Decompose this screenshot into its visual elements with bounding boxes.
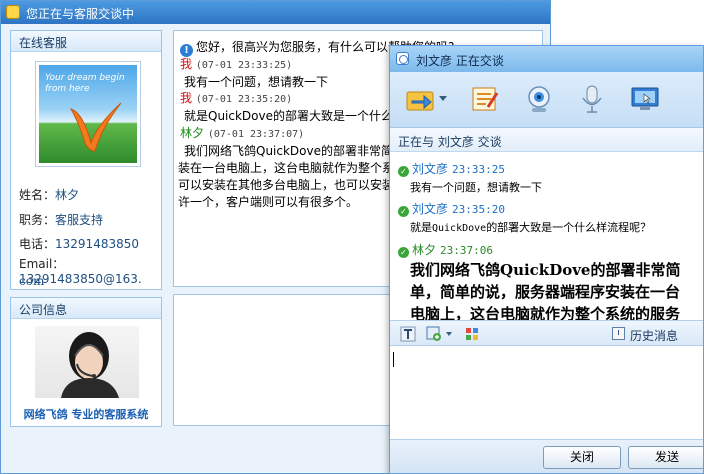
screen-share-icon[interactable]: [628, 83, 662, 115]
message-header: ✓ 刘文彦 23:35:20: [398, 200, 505, 217]
transfer-file-icon[interactable]: [404, 83, 438, 115]
message-header: 林夕 (07-01 23:37:07): [180, 124, 304, 141]
online-service-title: 在线客服: [11, 31, 161, 52]
sender-name: 林夕: [412, 243, 437, 257]
whiteboard-icon[interactable]: [468, 83, 502, 115]
message-text: 就是QuickDove的部署大致是一个什么样流程呢？: [410, 221, 652, 234]
photo-slogan-line-1: Your dream begin: [45, 73, 125, 83]
message-header: 我 (07-01 23:33:25): [180, 55, 292, 72]
company-info-title: 公司信息: [11, 298, 161, 319]
im-message-input[interactable]: [390, 346, 703, 439]
sender-me: 我: [180, 91, 193, 105]
message-header: ✓ 林夕 23:37:06: [398, 241, 493, 258]
message-text: 我们网络飞鸽QuickDove的部署非常简: [410, 261, 681, 279]
send-button[interactable]: 发送: [628, 446, 703, 469]
history-button[interactable]: 历史消息: [630, 327, 678, 344]
emoticon-icon[interactable]: [426, 326, 442, 342]
online-check-icon: ✓: [398, 247, 409, 258]
agent-role: 客服支持: [55, 213, 104, 227]
agent-photo: Your dream begin from here: [35, 61, 141, 167]
photo-slogan-line-2: from here: [45, 84, 90, 94]
format-toolbar: 历史消息: [390, 320, 703, 346]
message-time: 23:33:25: [452, 163, 505, 176]
online-check-icon: ✓: [398, 166, 409, 177]
text-caret: [393, 352, 394, 367]
agent-phone-row: 电话：13291483850: [19, 237, 139, 251]
web-window-title: 您正在与客服交谈中: [26, 7, 135, 21]
font-icon[interactable]: [400, 326, 416, 342]
message-text: 单，简单的说，服务器端程序安装在一台: [410, 283, 681, 301]
history-icon[interactable]: [612, 327, 625, 340]
web-title-bar: 您正在与客服交谈中: [1, 1, 550, 24]
message-time: (07-01 23:33:25): [195, 60, 293, 71]
im-toolbar: [390, 72, 703, 128]
message-text: 许一个，客户端则可以有很多个。: [178, 195, 359, 209]
sender-agent: 林夕: [180, 126, 205, 140]
chat-window-icon: [6, 5, 20, 19]
online-check-icon: ✓: [398, 206, 409, 217]
agent-name-row: 姓名：林夕: [19, 188, 80, 202]
message-text: 电脑上，这台电脑就作为整个系统的服务: [410, 305, 681, 320]
message-text: 我有一个问题，想请教一下: [184, 75, 329, 89]
close-button[interactable]: 关闭: [543, 446, 621, 469]
sender-me: 我: [180, 57, 193, 71]
company-info-panel: 公司信息 网络飞鸽 专业的客服系统: [10, 297, 162, 427]
online-service-panel: 在线客服 Your dream begin from here 姓名：林夕 职务…: [10, 30, 162, 290]
agent-phone: 13291483850: [55, 237, 139, 251]
company-slogan: 网络飞鸽 专业的客服系统: [23, 408, 149, 421]
message-header: 我 (07-01 23:35:20): [180, 89, 292, 106]
headset-agent-image: [35, 326, 139, 398]
chevron-down-icon[interactable]: [446, 332, 452, 336]
v-swoosh-logo-icon: [69, 102, 122, 152]
im-title-bar[interactable]: 刘文彦 正在交谈: [390, 46, 703, 72]
agent-name: 林夕: [55, 188, 80, 202]
microphone-icon[interactable]: [575, 83, 609, 115]
message-text: 我有一个问题，想请教一下: [410, 181, 542, 194]
sender-name: 刘文彦: [412, 202, 449, 216]
chevron-down-icon[interactable]: [439, 96, 447, 101]
color-grid-icon[interactable]: [464, 326, 480, 342]
headset-agent-icon: [61, 332, 119, 398]
im-chat-window: 刘文彦 正在交谈 正在与 刘文彦 交谈 ✓ 刘文彦 23:33:25 我有一个问题，…: [389, 45, 704, 474]
agent-email-cont[interactable]: com: [19, 274, 44, 288]
webcam-icon[interactable]: [522, 83, 556, 115]
agent-role-row: 职务：客服支持: [19, 213, 104, 227]
message-time: (07-01 23:37:07): [207, 129, 305, 140]
message-time: 23:37:06: [440, 244, 493, 257]
im-app-icon: [396, 52, 409, 65]
im-message-history: ✓ 刘文彦 23:33:25 我有一个问题，想请教一下 ✓ 刘文彦 23:35:20 就…: [390, 152, 703, 320]
message-header: ✓ 刘文彦 23:33:25: [398, 160, 505, 177]
sender-name: 刘文彦: [412, 162, 449, 176]
message-time: (07-01 23:35:20): [195, 94, 293, 105]
message-time: 23:35:20: [452, 203, 505, 216]
im-button-bar: 关闭 发送: [390, 439, 703, 473]
im-window-title: 刘文彦 正在交谈: [416, 54, 504, 68]
im-status-bar: 正在与 刘文彦 交谈: [390, 128, 703, 152]
